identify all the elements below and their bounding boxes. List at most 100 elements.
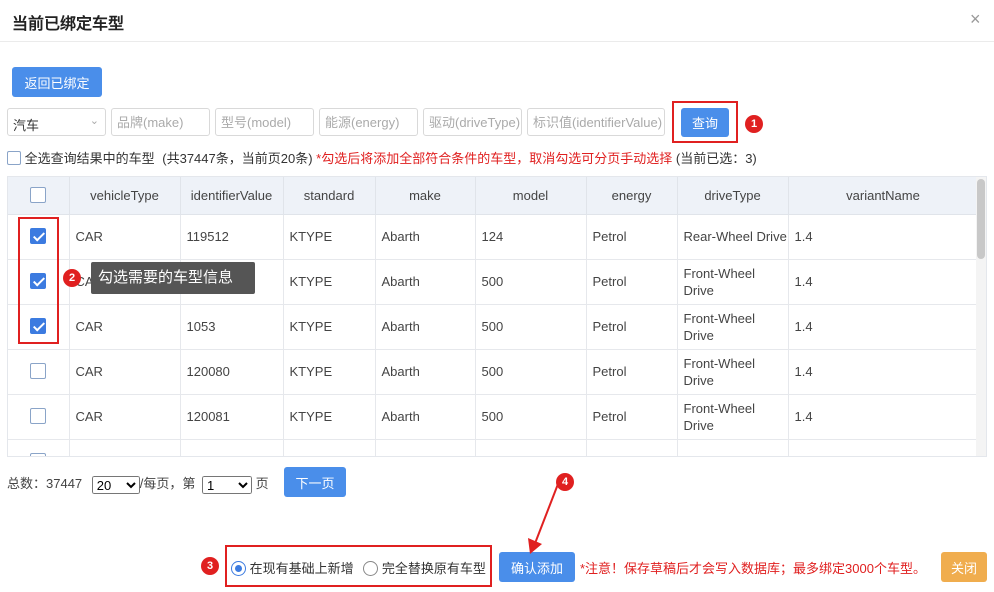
- selected-count-info: (当前已选：3): [675, 151, 757, 166]
- table-cell: [475, 439, 587, 456]
- select-all-row: 全选查询结果中的车型 (共37447条，当前页20条) *勾选后将添加全部符合条…: [7, 148, 757, 166]
- table-cell: 124: [475, 214, 587, 260]
- step-badge-2: 2: [63, 269, 81, 287]
- table-cell: Petrol: [586, 259, 678, 305]
- scroll-thumb[interactable]: [977, 179, 985, 259]
- tooltip: 勾选需要的车型信息: [91, 262, 255, 294]
- select-all-checkbox[interactable]: [7, 151, 21, 165]
- pager: 总数：37447 20/每页，第 1 页: [7, 473, 269, 494]
- table-cell: KTYPE: [283, 304, 376, 350]
- page-suffix: 页: [255, 476, 269, 491]
- drive-type-input[interactable]: [423, 108, 522, 136]
- row-checkbox[interactable]: [30, 362, 47, 379]
- table-cell: 1.4: [788, 214, 979, 260]
- vehicle-table: vehicleType identifierValue standard mak…: [7, 176, 987, 457]
- row-checkbox-cell: [8, 394, 70, 440]
- save-note: *注意！保存草稿后才会写入数据库；最多绑定3000个车型。: [580, 561, 926, 576]
- row-checkbox[interactable]: [30, 407, 47, 424]
- table-row[interactable]: CAR 119512 KTYPE Abarth 124 Petrol Rear-Wheel …: [8, 214, 979, 260]
- total-count: 总数：37447: [7, 476, 83, 491]
- row-checkbox[interactable]: [30, 272, 47, 289]
- energy-input[interactable]: [319, 108, 418, 136]
- table-cell: 500: [475, 394, 587, 440]
- column-header: model: [475, 177, 587, 215]
- query-button[interactable]: 查询: [681, 108, 729, 137]
- table-scrollbar[interactable]: [976, 177, 986, 456]
- step-badge-3: 3: [201, 557, 219, 575]
- radio-replace-label: 完全替换原有车型: [381, 561, 486, 576]
- row-checkbox[interactable]: [30, 452, 47, 456]
- row-checkbox[interactable]: [30, 317, 47, 334]
- table-cell: KTYPE: [283, 214, 376, 260]
- row-checkbox-cell: [8, 439, 70, 456]
- table-cell: 1.4: [788, 259, 979, 305]
- column-header: variantName: [788, 177, 979, 215]
- next-page-button[interactable]: 下一页: [284, 467, 346, 497]
- per-page-label: /每页，第: [139, 476, 196, 491]
- radio-add-label: 在现有基础上新增: [249, 561, 354, 576]
- table-cell: CAR: [69, 214, 181, 260]
- table-cell: 1.4: [788, 349, 979, 395]
- table-cell: 120081: [180, 394, 284, 440]
- vehicle-type-value: 汽车: [13, 118, 40, 133]
- table-cell: Front-Wheel Drive: [677, 394, 789, 440]
- radio-add[interactable]: [231, 561, 246, 576]
- identifier-input[interactable]: [527, 108, 665, 136]
- header-checkbox-cell: [8, 177, 70, 215]
- table-cell: CAR: [69, 394, 181, 440]
- table-cell: 500: [475, 304, 587, 350]
- column-header: make: [375, 177, 476, 215]
- chevron-down-icon: ⌄: [89, 115, 99, 127]
- make-input[interactable]: [111, 108, 210, 136]
- table-cell: Front-Wheel: [677, 439, 789, 456]
- table-cell: 1.4: [788, 304, 979, 350]
- result-count-info: (共37447条，当前页20条): [162, 151, 313, 166]
- step-badge-1: 1: [745, 115, 763, 133]
- table-cell: [586, 439, 678, 456]
- dialog-title: 当前已绑定车型: [12, 16, 125, 33]
- table-cell: 119512: [180, 214, 284, 260]
- table-cell: Front-Wheel Drive: [677, 259, 789, 305]
- row-checkbox-cell: [8, 259, 70, 305]
- table-cell: Petrol: [586, 214, 678, 260]
- table-cell: [375, 439, 476, 456]
- table-row[interactable]: CAR 120081 KTYPE Abarth 500 Petrol Front-Wheel…: [8, 394, 979, 440]
- header-checkbox[interactable]: [30, 186, 47, 203]
- mode-radio-group: 在现有基础上新增 完全替换原有车型: [231, 558, 486, 577]
- close-icon[interactable]: ×: [970, 9, 981, 30]
- row-checkbox-cell: [8, 214, 70, 260]
- row-checkbox[interactable]: [30, 227, 47, 244]
- column-header: identifierValue: [180, 177, 284, 215]
- table-row[interactable]: CAR 1053 KTYPE Abarth 500 Petrol Front-Wheel D…: [8, 304, 979, 350]
- column-header: energy: [586, 177, 678, 215]
- table-cell: Front-Wheel Drive: [677, 349, 789, 395]
- radio-replace[interactable]: [363, 561, 379, 576]
- page-number-select[interactable]: 1: [202, 475, 253, 494]
- table-cell: [788, 439, 979, 456]
- table-cell: 120080: [180, 349, 284, 395]
- close-button[interactable]: 关闭: [941, 552, 987, 582]
- table-cell: 1053: [180, 304, 284, 350]
- table-cell: Petrol: [586, 349, 678, 395]
- table-row[interactable]: Front-Wheel: [8, 439, 979, 456]
- table-row[interactable]: CAR 120080 KTYPE Abarth 500 Petrol Front-Wheel…: [8, 349, 979, 395]
- table-cell: Abarth: [375, 394, 476, 440]
- table-cell: KTYPE: [283, 349, 376, 395]
- column-header: standard: [283, 177, 376, 215]
- table-cell: KTYPE: [283, 394, 376, 440]
- table-cell: [180, 439, 284, 456]
- back-to-bound-button[interactable]: 返回已绑定: [12, 67, 102, 97]
- table-cell: CAR: [69, 349, 181, 395]
- column-header: vehicleType: [69, 177, 181, 215]
- table-cell: Front-Wheel Drive: [677, 304, 789, 350]
- model-input[interactable]: [215, 108, 314, 136]
- arrow-icon: [528, 483, 559, 554]
- table-cell: Petrol: [586, 304, 678, 350]
- select-all-warning: *勾选后将添加全部符合条件的车型，取消勾选可分页手动选择: [316, 151, 673, 166]
- page-size-select[interactable]: 20: [91, 475, 140, 494]
- vehicle-type-select[interactable]: 汽车 ⌄: [7, 108, 106, 136]
- table-cell: Petrol: [586, 394, 678, 440]
- table-cell: [283, 439, 376, 456]
- row-checkbox-cell: [8, 349, 70, 395]
- table-cell: 1.4: [788, 394, 979, 440]
